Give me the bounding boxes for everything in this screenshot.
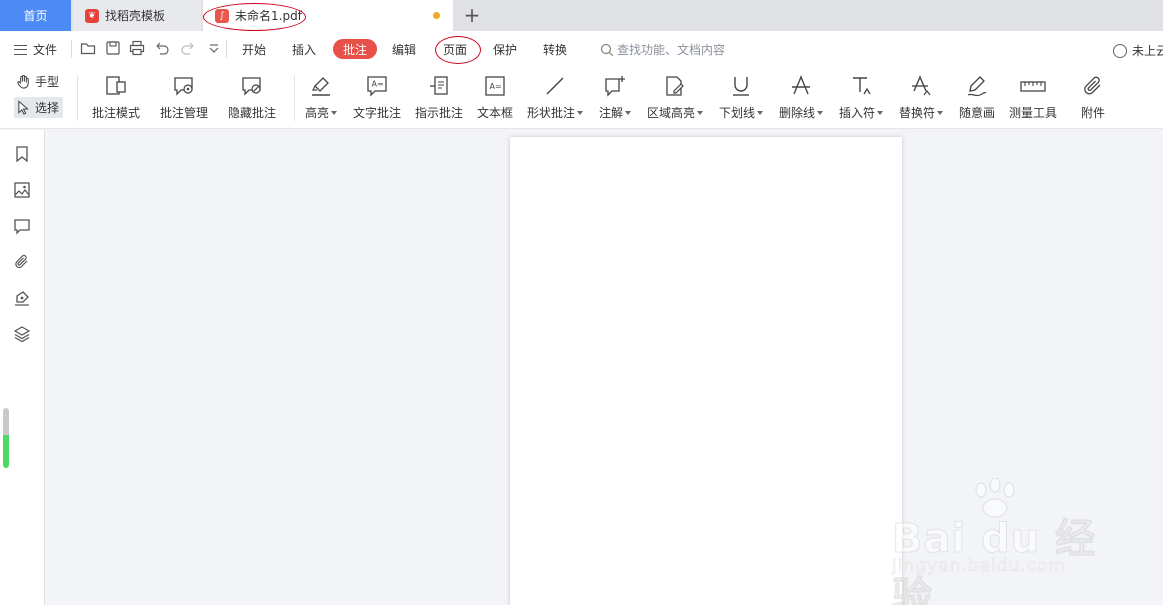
- search-box[interactable]: 查找功能、文档内容: [600, 41, 725, 58]
- file-menu[interactable]: 文件: [14, 41, 57, 58]
- shape-annotation-button[interactable]: 形状批注: [527, 73, 584, 121]
- dropdown-caret-icon: [877, 110, 884, 115]
- paperclip-icon[interactable]: [13, 253, 31, 271]
- tab-document[interactable]: ∫ 未命名1.pdf: [203, 0, 453, 31]
- hamburger-icon: [14, 44, 27, 55]
- pointer-annotation-button[interactable]: 指示批注: [415, 73, 463, 121]
- dropdown-caret-icon: [937, 110, 944, 115]
- line-shape-icon: [542, 73, 568, 99]
- signature-pen-icon[interactable]: [13, 289, 31, 307]
- open-folder-icon[interactable]: [80, 40, 96, 56]
- hide-annotations-icon: [239, 73, 265, 99]
- area-highlight-icon: [662, 73, 688, 99]
- pointer-annotation-icon: [426, 73, 452, 99]
- menu-tab-edit[interactable]: 编辑: [392, 41, 416, 58]
- annotation-ribbon: 手型 选择 批注模式 批注管理 隐藏批注 高亮 A= 文字批注 指示批注 A= …: [0, 67, 1163, 129]
- select-mode-button[interactable]: 选择: [14, 97, 64, 118]
- replace-mark-button[interactable]: 替换符: [899, 73, 944, 121]
- customize-toolbar-icon[interactable]: [206, 40, 222, 56]
- annotation-manage-icon: [171, 73, 197, 99]
- note-icon: [602, 73, 628, 99]
- separator: [226, 40, 227, 58]
- print-icon[interactable]: [129, 40, 145, 56]
- svg-text:A=: A=: [372, 80, 384, 89]
- unsaved-indicator: [433, 12, 440, 19]
- annotation-mode-icon: [103, 73, 129, 99]
- measure-tool-button[interactable]: 测量工具: [1009, 73, 1057, 121]
- panel-scroll-handle[interactable]: [3, 408, 9, 468]
- insert-mark-button[interactable]: 插入符: [839, 73, 884, 121]
- pdf-page[interactable]: [510, 137, 902, 605]
- text-box-icon: A=: [482, 73, 508, 99]
- menu-tab-annotate[interactable]: 批注: [333, 39, 377, 59]
- watermark-url: jingyan.baidu.com: [892, 556, 1066, 577]
- insert-mark-icon: [848, 73, 874, 99]
- annotation-manage-button[interactable]: 批注管理: [160, 73, 208, 121]
- redo-icon[interactable]: [180, 40, 196, 56]
- hand-icon: [17, 74, 29, 89]
- highlighter-icon: [308, 73, 334, 99]
- strikethrough-button[interactable]: 删除线: [779, 73, 824, 121]
- pen-icon: [964, 73, 990, 99]
- dropdown-caret-icon: [697, 110, 704, 115]
- area-highlight-button[interactable]: 区域高亮: [647, 73, 704, 121]
- select-mode-label: 选择: [35, 101, 60, 115]
- search-placeholder: 查找功能、文档内容: [617, 43, 726, 57]
- cloud-status-label: 未上云: [1132, 44, 1163, 58]
- text-annotation-icon: A=: [364, 73, 390, 99]
- svg-text:A=: A=: [490, 82, 502, 91]
- text-box-button[interactable]: A= 文本框: [477, 73, 513, 121]
- dropdown-caret-icon: [331, 110, 338, 115]
- hide-annotations-button[interactable]: 隐藏批注: [228, 73, 276, 121]
- menu-tab-start[interactable]: 开始: [242, 41, 266, 58]
- note-button[interactable]: 注解: [599, 73, 632, 121]
- dropdown-caret-icon: [577, 110, 584, 115]
- pdf-file-icon: ∫: [215, 8, 229, 23]
- dropdown-caret-icon: [625, 110, 632, 115]
- underline-button[interactable]: 下划线: [719, 73, 764, 121]
- undo-icon[interactable]: [154, 40, 170, 56]
- left-sidebar: [0, 130, 45, 605]
- cloud-status[interactable]: 未上云: [1113, 42, 1163, 59]
- layers-icon[interactable]: [13, 325, 31, 343]
- docer-logo-icon: ❦: [85, 8, 99, 23]
- search-icon: [600, 43, 614, 56]
- underline-icon: [728, 73, 754, 99]
- separator: [294, 75, 295, 121]
- save-icon[interactable]: [105, 40, 121, 56]
- replace-mark-icon: [908, 73, 934, 99]
- cursor-arrow-icon: [18, 100, 29, 115]
- menu-tab-insert[interactable]: 插入: [292, 41, 316, 58]
- ruler-icon: [1020, 73, 1046, 99]
- menu-bar: 文件 开始 插入 批注 编辑 页面 保护 转换 查找功能、文档内容 未上云: [0, 31, 1163, 67]
- highlight-button[interactable]: 高亮: [305, 73, 338, 121]
- tab-templates-label: 找稻壳模板: [105, 9, 166, 23]
- hand-mode-label: 手型: [35, 75, 60, 89]
- hand-mode-button[interactable]: 手型: [16, 73, 59, 90]
- tab-bar: 首页 ❦ 找稻壳模板 ∫ 未命名1.pdf +: [0, 0, 1163, 31]
- tab-home[interactable]: 首页: [0, 0, 71, 31]
- text-annotation-button[interactable]: A= 文字批注: [353, 73, 401, 121]
- new-tab-button[interactable]: +: [462, 4, 482, 26]
- tab-templates[interactable]: ❦ 找稻壳模板: [73, 0, 201, 31]
- image-thumbnail-icon[interactable]: [13, 181, 31, 199]
- freehand-button[interactable]: 随意画: [959, 73, 995, 121]
- dropdown-caret-icon: [757, 110, 764, 115]
- cloud-sync-icon: [1113, 43, 1127, 58]
- menu-tab-page[interactable]: 页面: [443, 41, 467, 58]
- paperclip-icon: [1080, 73, 1106, 99]
- menu-tab-convert[interactable]: 转换: [543, 41, 567, 58]
- separator: [77, 75, 78, 121]
- attachment-button[interactable]: 附件: [1080, 73, 1106, 121]
- separator: [71, 40, 72, 58]
- baidu-jingyan-watermark: Bai du 经验 jingyan.baidu.com: [892, 478, 1107, 605]
- file-menu-label: 文件: [33, 43, 58, 57]
- menu-tab-protect[interactable]: 保护: [493, 41, 517, 58]
- dropdown-caret-icon: [817, 110, 824, 115]
- strikethrough-icon: [788, 73, 814, 99]
- annotation-mode-button[interactable]: 批注模式: [92, 73, 140, 121]
- tab-document-label: 未命名1.pdf: [235, 9, 302, 23]
- bookmark-icon[interactable]: [13, 145, 31, 163]
- comment-icon[interactable]: [13, 217, 31, 235]
